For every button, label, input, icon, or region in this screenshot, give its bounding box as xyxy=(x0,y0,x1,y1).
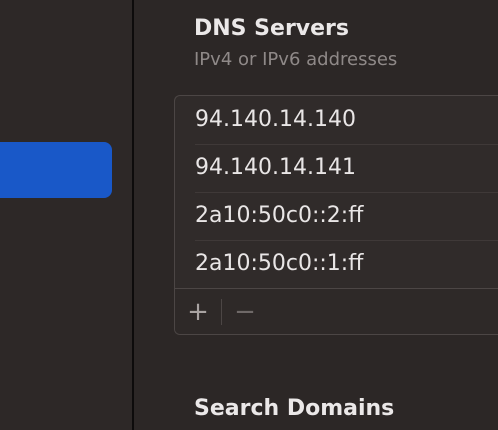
minus-icon: − xyxy=(234,297,256,327)
dns-settings-panel: DNS Servers IPv4 or IPv6 addresses 94.14… xyxy=(134,0,498,430)
dns-servers-subtitle: IPv4 or IPv6 addresses xyxy=(194,49,398,70)
remove-dns-server-button[interactable]: − xyxy=(222,289,268,334)
dns-server-row[interactable]: 94.140.14.141 xyxy=(195,144,498,193)
dns-server-row[interactable]: 94.140.14.140 xyxy=(195,96,498,145)
dns-server-row[interactable]: 2a10:50c0::1:ff xyxy=(195,240,498,288)
dns-server-row[interactable]: 2a10:50c0::2:ff xyxy=(195,192,498,241)
sidebar-selected-item[interactable] xyxy=(0,142,112,198)
dns-list-toolbar: + − xyxy=(175,288,498,334)
dns-servers-title: DNS Servers xyxy=(194,16,349,41)
plus-icon: + xyxy=(187,297,209,327)
add-dns-server-button[interactable]: + xyxy=(175,289,221,334)
sidebar xyxy=(0,0,134,430)
dns-server-list: 94.140.14.140 94.140.14.141 2a10:50c0::2… xyxy=(174,95,498,335)
search-domains-title: Search Domains xyxy=(194,396,395,421)
